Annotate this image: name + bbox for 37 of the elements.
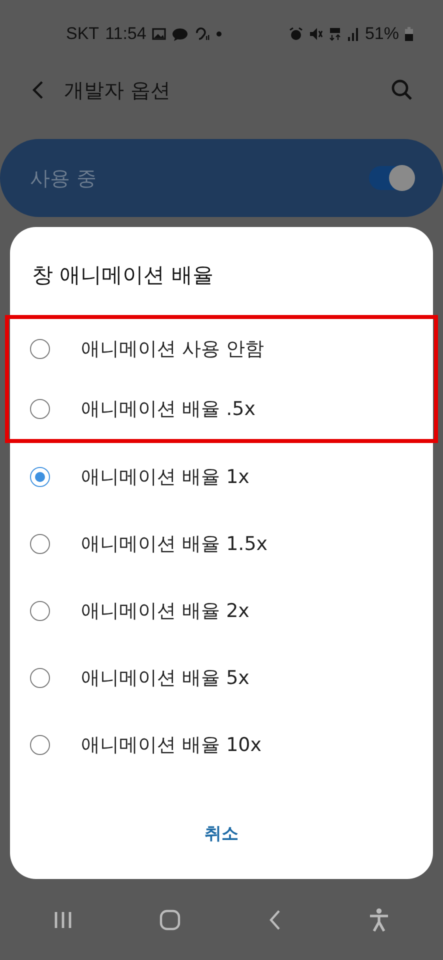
back-icon[interactable] <box>32 80 44 100</box>
home-icon[interactable] <box>159 908 182 930</box>
back-nav-icon[interactable] <box>268 908 282 930</box>
chat-bubble-icon <box>172 28 188 40</box>
radio-button[interactable] <box>30 534 50 554</box>
accessibility-icon[interactable] <box>368 908 390 932</box>
battery-percent: 51% <box>364 24 399 44</box>
option-label[interactable]: 애니메이션 배율 1.5x <box>81 530 268 556</box>
radio-button[interactable] <box>30 466 50 486</box>
alarm-icon <box>288 27 303 41</box>
ear-icon <box>194 27 210 41</box>
toggle-switch[interactable] <box>369 166 413 190</box>
signal-icon <box>346 27 359 41</box>
option-label[interactable]: 애니메이션 사용 안함 <box>81 336 264 362</box>
radio-button[interactable] <box>30 668 50 688</box>
radio-button[interactable] <box>30 339 50 359</box>
image-icon <box>152 28 166 40</box>
radio-button[interactable] <box>30 734 50 754</box>
option-label[interactable]: 애니메이션 배율 .5x <box>81 396 256 422</box>
option-label[interactable]: 애니메이션 배율 10x <box>81 732 262 758</box>
battery-icon <box>405 27 413 41</box>
carrier: SKT <box>66 24 100 44</box>
option-label[interactable]: 애니메이션 배율 1x <box>81 464 250 490</box>
option-label[interactable]: 애니메이션 배율 5x <box>81 664 250 690</box>
lte-icon <box>328 27 341 41</box>
cancel-button[interactable]: 취소 <box>188 814 254 853</box>
recent-apps-icon[interactable] <box>53 910 74 928</box>
mute-icon <box>308 27 323 41</box>
dot-icon <box>216 31 222 37</box>
search-icon[interactable] <box>391 79 413 101</box>
switch-label: 사용 중 <box>30 164 98 192</box>
dialog-title: 창 애니메이션 배율 <box>31 262 214 289</box>
radio-button[interactable] <box>30 600 50 620</box>
option-label[interactable]: 애니메이션 배율 2x <box>81 598 250 624</box>
page-title: 개발자 옵션 <box>64 76 170 104</box>
clock: 11:54 <box>105 24 146 44</box>
radio-button[interactable] <box>30 399 50 419</box>
